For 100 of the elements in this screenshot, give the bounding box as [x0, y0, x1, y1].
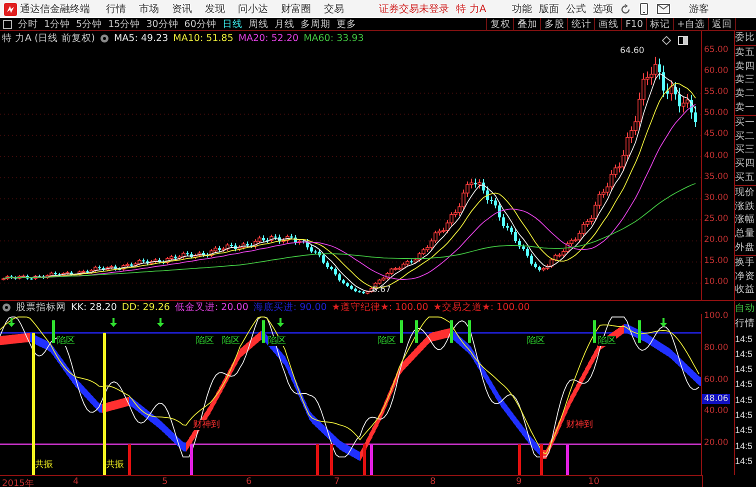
period-tab[interactable]: 日线 — [222, 18, 242, 30]
trade-time: 14:5 — [735, 454, 754, 468]
panel-tab[interactable]: 行情 — [735, 316, 756, 332]
indicator-value: ★遵守纪律★: 100.00 — [332, 301, 428, 314]
signal-label: 陷区 — [196, 336, 214, 346]
quote-label: 卖二 — [735, 87, 756, 101]
ma-value: MA20: 52.20 — [238, 32, 299, 44]
menu-item[interactable]: 市场 — [139, 2, 159, 16]
indicator-value: 海底买进: 90.00 — [253, 301, 327, 314]
period-tab[interactable]: 多周期 — [300, 18, 330, 30]
quote-label: 买五 — [735, 170, 756, 185]
toolbar-button[interactable]: +自选 — [673, 18, 708, 30]
period-tab[interactable]: 5分钟 — [76, 18, 102, 30]
quote-label: 现价 — [735, 184, 756, 200]
window-icon[interactable] — [678, 36, 688, 45]
signal-label: 陷区 — [57, 336, 75, 346]
current-value-label: 48.06 — [702, 394, 730, 404]
menu-item[interactable]: 功能 — [512, 2, 532, 16]
date-label: 2015年 — [2, 478, 34, 487]
axis-label: 80.00 — [704, 342, 728, 353]
menu-item[interactable]: 交易 — [324, 2, 344, 16]
period-tab[interactable]: 分时 — [18, 18, 38, 30]
date-label: 4 — [73, 477, 79, 487]
period-tab[interactable]: 60分钟 — [184, 18, 216, 30]
toolbar-button[interactable]: F10 — [621, 18, 646, 30]
quote-label: 净资 — [735, 270, 756, 284]
quote-label: 涨幅 — [735, 213, 756, 228]
price-low-label: 6.67 — [372, 285, 391, 295]
toolbar-button[interactable]: 多股 — [540, 18, 568, 30]
period-tab[interactable]: 更多 — [336, 18, 356, 30]
diamond-icon[interactable] — [662, 36, 671, 45]
ma-value: MA5: 49.23 — [114, 32, 168, 44]
arrow-down-icon — [157, 318, 164, 327]
toolbar-button[interactable]: 复权 — [486, 18, 514, 30]
menu-item[interactable]: 问小达 — [238, 2, 268, 16]
signal-label: 陷区 — [378, 336, 396, 346]
signal-label: 陷区 — [268, 336, 286, 346]
trade-time: 14:5 — [735, 378, 754, 392]
date-label: 9 — [516, 477, 522, 487]
quote-label: 买一 — [735, 114, 756, 130]
toolbar-button[interactable]: 画线 — [594, 18, 622, 30]
axis-label: 50.00 — [704, 108, 728, 118]
settings-icon[interactable] — [100, 34, 109, 42]
ma-value: MA10: 51.85 — [173, 32, 234, 44]
axis-label: 40.00 — [704, 150, 728, 160]
toolbar-button[interactable]: 叠加 — [513, 18, 540, 30]
price-high-label: 64.60 — [620, 46, 644, 56]
date-label: 8 — [430, 477, 436, 487]
trade-time: 14:5 — [735, 440, 754, 453]
period-tab[interactable]: 30分钟 — [146, 18, 178, 30]
signal-label: 财神到 — [566, 420, 593, 430]
login-status: 证券交易未登录 特 力A — [379, 2, 486, 16]
quote-label: 卖一 — [735, 100, 756, 115]
settings-icon[interactable] — [2, 303, 11, 312]
quote-label: 总量 — [735, 227, 756, 241]
ma-value: MA60: 33.93 — [304, 32, 364, 44]
period-tab[interactable]: 15分钟 — [108, 18, 140, 30]
phone-icon[interactable] — [640, 3, 648, 15]
menu-item[interactable]: 发现 — [205, 2, 225, 16]
signal-label: 财神到 — [193, 420, 220, 430]
menu-item[interactable]: 行情 — [106, 2, 126, 16]
quote-label: 委比 — [735, 31, 756, 45]
signal-label: 共振 — [35, 460, 53, 470]
menu-item[interactable]: 资讯 — [172, 2, 192, 16]
trade-time: 14:5 — [735, 363, 754, 376]
trade-time: 14:5 — [735, 332, 754, 346]
axis-label: 55.00 — [704, 87, 728, 98]
panel-toggle-icon[interactable] — [3, 20, 12, 28]
chart-title: 特 力A (日线 前复权) — [2, 32, 95, 44]
period-tab[interactable]: 周线 — [248, 18, 268, 30]
period-tab[interactable]: 1分钟 — [44, 18, 70, 30]
toolbar-button[interactable]: 标记 — [646, 18, 674, 30]
quote-label: 换手 — [735, 254, 756, 270]
menu-item[interactable]: 公式 — [566, 2, 586, 16]
arrow-down-icon — [277, 318, 284, 327]
axis-label: 40.00 — [704, 406, 728, 416]
user-name[interactable]: 游客 — [689, 2, 710, 16]
menu-item[interactable]: 选项 — [593, 2, 614, 16]
signal-label: 陷区 — [222, 336, 240, 346]
toolbar-button[interactable]: 统计 — [567, 18, 594, 30]
trade-time: 14:5 — [735, 424, 754, 438]
axis-label: 60.00 — [704, 66, 728, 76]
panel-tab[interactable]: 自动 — [735, 301, 756, 316]
trade-time: 14:5 — [735, 348, 754, 361]
menu-item[interactable]: 财富圈 — [281, 2, 311, 16]
toolbar-button[interactable]: 返回 — [708, 18, 735, 30]
quote-label: 买四 — [735, 157, 756, 171]
axis-label: 45.00 — [704, 129, 728, 140]
axis-label: 35.00 — [704, 172, 728, 182]
date-label: 6 — [246, 477, 252, 487]
axis-label: 20.00 — [704, 234, 728, 245]
indicator-name: 股票指标网 — [16, 301, 66, 314]
menu-item[interactable]: 版面 — [539, 2, 560, 16]
period-tab[interactable]: 月线 — [274, 18, 294, 30]
quote-label: 涨跌 — [735, 200, 756, 214]
axis-label: 10.00 — [704, 277, 728, 288]
axis-label: 60.00 — [704, 374, 728, 385]
mail-icon[interactable] — [657, 4, 670, 14]
refresh-icon[interactable] — [620, 4, 632, 14]
arrow-down-icon — [8, 318, 15, 327]
